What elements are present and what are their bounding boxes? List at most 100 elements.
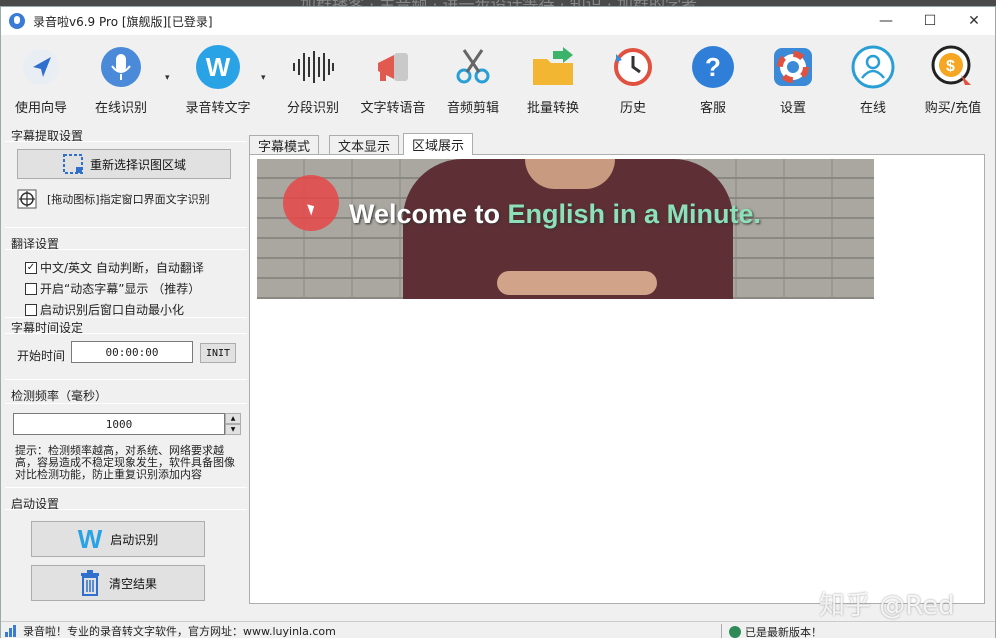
w-logo-icon: W xyxy=(196,45,240,89)
w-logo-icon: W xyxy=(77,523,103,554)
tool-history[interactable]: 历史 xyxy=(593,45,673,116)
divider xyxy=(5,379,247,380)
region-display-panel: Welcome to English in a Minute. xyxy=(249,154,985,604)
divider xyxy=(5,141,247,142)
help-question-icon: ? xyxy=(691,45,735,89)
tool-purchase[interactable]: $ 购买/充值 xyxy=(913,45,993,116)
tool-text-to-speech-label: 文字转语音 xyxy=(360,101,426,116)
checkbox-empty-icon xyxy=(25,303,37,316)
divider xyxy=(5,333,247,334)
caption-highlight: English in a Minute. xyxy=(507,199,762,229)
maximize-button[interactable]: ☐ xyxy=(907,7,953,35)
start-recognize-button[interactable]: W 启动识别 xyxy=(31,521,205,557)
microphone-icon xyxy=(99,45,143,89)
watermark: 知乎 @Red xyxy=(819,591,955,621)
toolbar: 使用向导 在线识别 ▾ W 录音转文字 ▾ 分段识别 文字转语音 音频剪辑 批量… xyxy=(1,35,995,121)
detect-rate-hint: 提示：检测频率越高，对系统、网络要求越高，容易造成不稳定现象发生，软件具备图像对… xyxy=(15,444,235,481)
status-divider xyxy=(721,624,722,638)
dynamic-subtitle-label: 开启“动态字幕”显示 （推荐） xyxy=(40,282,201,296)
divider xyxy=(5,509,247,510)
status-right: 已是最新版本！ xyxy=(729,624,822,638)
title-bar: 录音啦v6.9 Pro [旗舰版][已登录] — ☐ ✕ xyxy=(1,7,995,35)
tool-segment-recognize[interactable]: 分段识别 xyxy=(273,45,353,116)
divider xyxy=(5,249,247,250)
tool-audio-to-text-label: 录音转文字 xyxy=(185,101,251,116)
captured-region-preview: Welcome to English in a Minute. xyxy=(257,159,874,299)
tool-support-label: 客服 xyxy=(699,101,726,116)
spin-up-button[interactable]: ▲ xyxy=(225,413,241,424)
tool-audio-edit[interactable]: 音频剪辑 xyxy=(433,45,513,116)
tool-text-to-speech[interactable]: 文字转语音 xyxy=(353,45,433,116)
online-recognize-dropdown-icon[interactable]: ▾ xyxy=(165,73,170,83)
bar-chart-icon xyxy=(5,624,19,637)
tool-online-user[interactable]: 在线 xyxy=(833,45,913,116)
dynamic-subtitle-checkbox[interactable]: 开启“动态字幕”显示 （推荐） xyxy=(25,280,200,297)
tab-subtitle-mode[interactable]: 字幕模式 xyxy=(249,135,320,155)
tool-batch-convert[interactable]: 批量转换 xyxy=(513,45,593,116)
tab-text-display[interactable]: 文本显示 xyxy=(329,135,400,155)
reselect-region-button[interactable]: 重新选择识图区域 xyxy=(17,149,231,179)
divider xyxy=(5,317,247,318)
app-window: 录音啦v6.9 Pro [旗舰版][已登录] — ☐ ✕ 使用向导 在线识别 ▾… xyxy=(0,6,996,638)
divider xyxy=(5,403,247,404)
spin-down-button[interactable]: ▼ xyxy=(225,424,241,435)
scissors-icon xyxy=(451,45,495,89)
waveform-icon xyxy=(291,45,335,89)
tool-guide[interactable]: 使用向导 xyxy=(1,45,81,116)
purchase-coin-icon: $ xyxy=(931,45,975,89)
detect-rate-title: 检测频率（毫秒） xyxy=(11,389,108,403)
tool-settings[interactable]: 设置 xyxy=(753,45,833,116)
start-recognize-label: 启动识别 xyxy=(110,532,159,547)
tool-batch-convert-label: 批量转换 xyxy=(526,101,579,116)
left-settings-panel: 字幕提取设置 重新选择识图区域 [拖动图标]指定窗口界面文字识别 翻译设置 ✓ … xyxy=(1,127,247,621)
status-right-text: 已是最新版本！ xyxy=(745,626,822,638)
auto-translate-checkbox[interactable]: ✓ 中文/英文 自动判断，自动翻译 xyxy=(25,259,204,276)
clear-results-label: 清空结果 xyxy=(108,576,157,591)
presenter-hands xyxy=(497,271,657,295)
caption-plain: Welcome to xyxy=(349,199,508,229)
video-caption: Welcome to English in a Minute. xyxy=(349,199,761,230)
svg-text:$: $ xyxy=(946,58,955,75)
tool-support[interactable]: ? 客服 xyxy=(673,45,753,116)
tool-segment-recognize-label: 分段识别 xyxy=(286,101,339,116)
start-time-label: 开始时间 xyxy=(17,349,66,363)
status-left-text: 录音啦！专业的录音转文字软件，官方网址：www.luyinla.com xyxy=(23,624,336,638)
megaphone-icon xyxy=(371,45,415,89)
user-online-icon xyxy=(851,45,895,89)
auto-minimize-label: 启动识别后窗口自动最小化 xyxy=(40,303,185,317)
start-time-field[interactable]: 00:00:00 xyxy=(71,341,193,363)
reselect-region-label: 重新选择识图区域 xyxy=(89,157,186,172)
auto-minimize-checkbox[interactable]: 启动识别后窗口自动最小化 xyxy=(25,301,184,318)
navigation-arrow-icon xyxy=(19,45,63,89)
audio-to-text-dropdown-icon[interactable]: ▾ xyxy=(261,73,266,83)
folder-arrow-icon xyxy=(531,45,575,89)
tab-region-display[interactable]: 区域展示 xyxy=(403,133,474,155)
region-select-icon xyxy=(62,154,83,174)
tool-online-user-label: 在线 xyxy=(859,101,886,116)
status-bar: 录音啦！专业的录音转文字软件，官方网址：www.luyinla.com 已是最新… xyxy=(1,621,995,638)
drag-hint-text: [拖动图标]指定窗口界面文字识别 xyxy=(47,193,210,206)
trash-icon xyxy=(80,570,99,596)
tool-settings-label: 设置 xyxy=(779,101,806,116)
tool-audio-to-text[interactable]: W 录音转文字 xyxy=(178,45,258,116)
minimize-button[interactable]: — xyxy=(863,7,909,35)
divider xyxy=(5,487,247,488)
history-clock-icon xyxy=(611,45,655,89)
tool-audio-edit-label: 音频剪辑 xyxy=(446,101,499,116)
close-button[interactable]: ✕ xyxy=(951,7,996,35)
app-logo-icon xyxy=(9,13,25,29)
crosshair-drag-icon[interactable] xyxy=(17,189,37,209)
window-title: 录音啦v6.9 Pro [旗舰版][已登录] xyxy=(33,14,213,29)
drag-target-row: [拖动图标]指定窗口界面文字识别 xyxy=(17,189,210,209)
tool-online-recognize[interactable]: 在线识别 xyxy=(81,45,161,116)
auto-translate-label: 中文/英文 自动判断，自动翻译 xyxy=(40,261,204,275)
lifebuoy-icon xyxy=(771,45,815,89)
detect-rate-input[interactable]: 1000 xyxy=(13,413,225,435)
init-button[interactable]: INIT xyxy=(200,343,236,363)
tool-purchase-label: 购买/充值 xyxy=(924,101,982,116)
checkbox-empty-icon xyxy=(25,282,37,295)
checkbox-checked-icon: ✓ xyxy=(25,261,37,274)
clear-results-button[interactable]: 清空结果 xyxy=(31,565,205,601)
tool-online-recognize-label: 在线识别 xyxy=(94,101,147,116)
tool-history-label: 历史 xyxy=(619,101,646,116)
